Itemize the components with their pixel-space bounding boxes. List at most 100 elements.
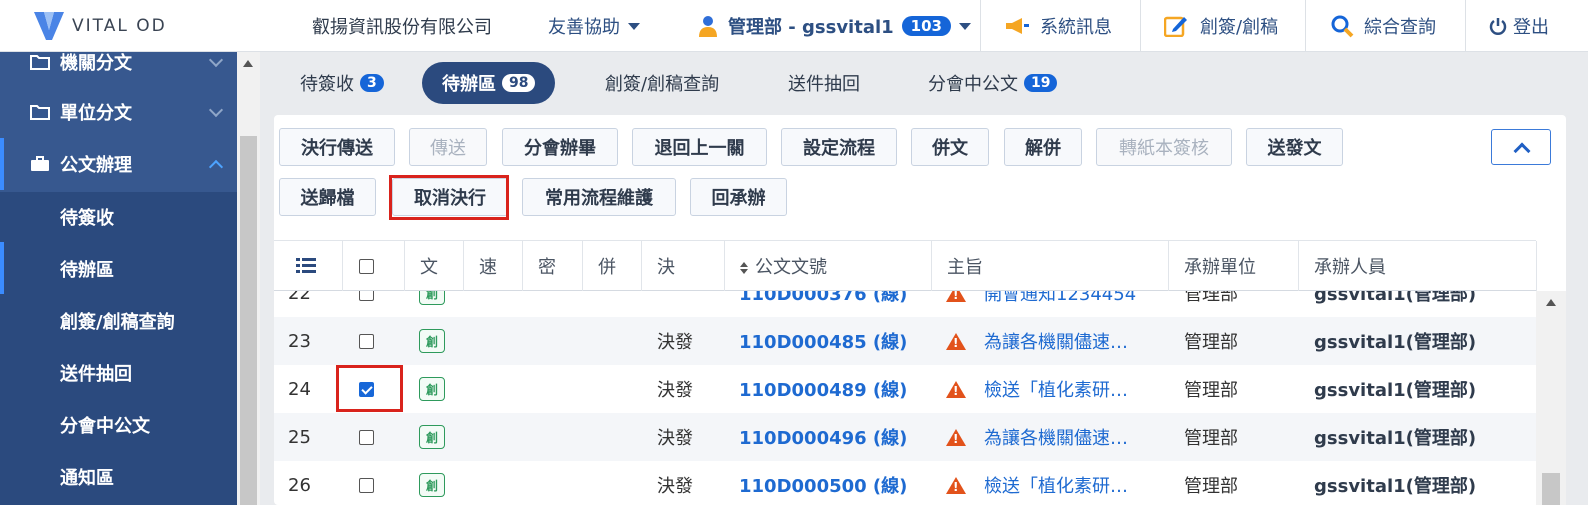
- sidebar-subitem-todo[interactable]: 待辦區: [60, 256, 114, 282]
- column-divider: [522, 241, 523, 291]
- column-header-speed: 速: [479, 257, 497, 278]
- tab-label: 分會中公文: [928, 74, 1018, 95]
- unit-cell: 管理部: [1184, 380, 1238, 401]
- paper-review-button[interactable]: 轉紙本簽核: [1096, 128, 1232, 166]
- sort-icon: [739, 259, 749, 274]
- chevron-down-icon: [208, 52, 224, 68]
- search-button[interactable]: 綜合查詢: [1330, 0, 1436, 52]
- sidebar-subitem-notices[interactable]: 通知區: [60, 464, 114, 490]
- set-flow-button[interactable]: 設定流程: [781, 128, 897, 166]
- scroll-up-icon[interactable]: [1546, 299, 1556, 306]
- unit-cell: 管理部: [1184, 476, 1238, 497]
- scroll-up-icon[interactable]: [243, 60, 253, 67]
- doc-number-link[interactable]: 110D000500 (線): [739, 461, 907, 505]
- logout-button[interactable]: 登出: [1489, 0, 1549, 52]
- folder-icon: [30, 54, 50, 70]
- scrollbar-thumb[interactable]: [1542, 473, 1560, 505]
- sidebar-item-agency-dispatch[interactable]: 機關分文: [0, 52, 237, 88]
- doc-type-tag: 創: [419, 413, 445, 461]
- column-divider: [1298, 241, 1299, 291]
- create-button[interactable]: 創簽/創稿: [1163, 0, 1278, 52]
- logout-label: 登出: [1513, 17, 1549, 38]
- sidebar-subitem-create-query[interactable]: 創簽/創稿查詢: [60, 308, 175, 334]
- tab-create-query[interactable]: 創簽/創稿查詢: [605, 62, 719, 104]
- tab-withdraw[interactable]: 送件抽回: [788, 62, 860, 104]
- logo[interactable]: VITAL OD: [32, 10, 167, 42]
- sidebar-item-unit-dispatch[interactable]: 單位分文: [0, 86, 237, 138]
- merge-button[interactable]: 併文: [911, 128, 989, 166]
- tab-label: 創簽/創稿查詢: [605, 74, 720, 95]
- sidebar-scrollbar[interactable]: [237, 52, 260, 505]
- chevron-down-icon: [208, 102, 224, 118]
- row-number: 22: [288, 291, 311, 304]
- co-review-done-button[interactable]: 分會辦畢: [502, 128, 618, 166]
- sidebar-item-document-processing[interactable]: 公文辦理: [0, 138, 237, 190]
- sidebar-subitem-to-sign[interactable]: 待簽收: [60, 204, 114, 230]
- subject-link[interactable]: 為讓各機關儘速…: [984, 317, 1128, 365]
- row-checkbox[interactable]: [359, 291, 374, 317]
- row-number: 25: [288, 426, 311, 448]
- return-previous-button[interactable]: 退回上一關: [632, 128, 767, 166]
- select-all-checkbox[interactable]: [359, 241, 374, 291]
- table-row[interactable]: 24 創 決發 110D000489 (線) 檢送「植化素研… 管理部 gssv…: [274, 365, 1536, 413]
- checkbox[interactable]: [359, 333, 374, 349]
- archive-button[interactable]: 送歸檔: [279, 178, 376, 216]
- warning-icon: [946, 291, 966, 317]
- doc-number-link[interactable]: 110D000496 (線): [739, 413, 907, 461]
- person-cell: gssvital1(管理部): [1314, 476, 1477, 497]
- scrollbar-thumb[interactable]: [240, 136, 257, 505]
- column-header-doc-no[interactable]: 公文文號: [739, 241, 827, 291]
- column-header-decision: 決: [657, 257, 675, 278]
- header-divider: [980, 0, 981, 52]
- checkbox[interactable]: [359, 477, 374, 493]
- doc-number-link[interactable]: 110D000489 (線): [739, 365, 907, 413]
- collapse-toolbar-button[interactable]: [1491, 129, 1551, 165]
- column-divider: [342, 241, 343, 291]
- help-menu[interactable]: 友善協助: [548, 0, 640, 52]
- subject-link[interactable]: 開會通知1234454: [984, 291, 1136, 317]
- column-divider: [582, 241, 583, 291]
- return-handler-button[interactable]: 回承辦: [690, 178, 787, 216]
- messages-button[interactable]: 系統訊息: [1004, 0, 1112, 52]
- sidebar-item-label: 公文辦理: [60, 155, 132, 176]
- sidebar-subitem-withdraw[interactable]: 送件抽回: [60, 360, 132, 386]
- sidebar-subitem-co-review[interactable]: 分會中公文: [60, 412, 150, 438]
- table-row[interactable]: 22 創 110D000376 (線) 開會通知1234454 管理部 gssv…: [274, 291, 1536, 317]
- table-scrollbar[interactable]: [1536, 291, 1566, 505]
- warning-icon: [946, 413, 966, 461]
- table-row[interactable]: 26 創 決發 110D000500 (線) 檢送「植化素研… 管理部 gssv…: [274, 461, 1536, 505]
- send-button[interactable]: 傳送: [409, 128, 487, 166]
- row-checkbox[interactable]: [359, 413, 374, 461]
- chevron-down-icon: [628, 22, 640, 30]
- briefcase-icon: [30, 156, 50, 172]
- tab-to-sign[interactable]: 待簽收 3: [300, 62, 384, 104]
- checkbox[interactable]: [359, 258, 374, 274]
- table-row[interactable]: 23 創 決發 110D000485 (線) 為讓各機關儘速… 管理部 gssv…: [274, 317, 1536, 365]
- header-divider: [1140, 0, 1141, 52]
- row-checkbox[interactable]: [359, 317, 374, 365]
- header-divider: [1465, 0, 1466, 52]
- unit-cell: 管理部: [1184, 428, 1238, 449]
- tab-todo[interactable]: 待辦區 98: [422, 62, 556, 104]
- row-checkbox[interactable]: [359, 461, 374, 505]
- common-flow-button[interactable]: 常用流程維護: [522, 178, 676, 216]
- tab-co-review[interactable]: 分會中公文 19: [928, 62, 1058, 104]
- warning-icon: [946, 365, 966, 413]
- unmerge-button[interactable]: 解併: [1004, 128, 1082, 166]
- column-settings-icon[interactable]: [296, 241, 316, 291]
- company-name: 叡揚資訊股份有限公司: [312, 17, 492, 38]
- subject-link[interactable]: 檢送「植化素研…: [984, 365, 1128, 413]
- approve-send-button[interactable]: 決行傳送: [279, 128, 395, 166]
- doc-number-link[interactable]: 110D000376 (線): [739, 291, 907, 317]
- subject-link[interactable]: 檢送「植化素研…: [984, 461, 1128, 505]
- checkbox[interactable]: [359, 429, 374, 445]
- doc-number-link[interactable]: 110D000485 (線): [739, 317, 907, 365]
- row-number: 24: [288, 378, 311, 400]
- column-header-secret: 密: [538, 257, 556, 278]
- table-row[interactable]: 25 創 決發 110D000496 (線) 為讓各機關儘速… 管理部 gssv…: [274, 413, 1536, 461]
- highlight-box: [336, 365, 403, 412]
- user-menu[interactable]: 管理部 - gssvital1 103: [698, 0, 971, 52]
- subject-link[interactable]: 為讓各機關儘速…: [984, 413, 1128, 461]
- dispatch-button[interactable]: 送發文: [1246, 128, 1343, 166]
- checkbox[interactable]: [359, 291, 374, 301]
